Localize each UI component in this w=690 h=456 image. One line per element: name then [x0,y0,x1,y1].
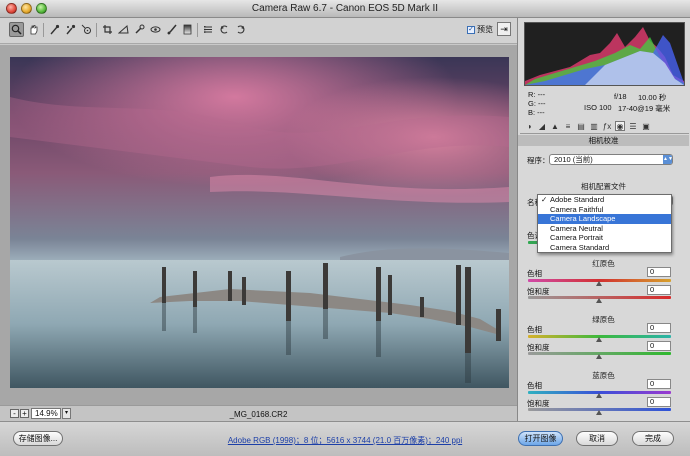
rotate-cw-icon[interactable] [233,22,248,37]
green-hue-thumb[interactable] [596,337,602,342]
r-readout: R: --- [528,90,546,99]
presets-tab-icon[interactable]: ☰ [628,121,638,131]
blue-sat-thumb[interactable] [596,410,602,415]
lens-readout: 17-40@19 毫米 [618,104,671,113]
hand-icon[interactable] [26,22,41,37]
panel-header: 相机校准 [518,135,689,146]
green-sat-value[interactable]: 0 [647,341,671,351]
red-hue-thumb[interactable] [596,281,602,286]
g-readout: G: --- [528,99,546,108]
profile-section-title: 相机配置文件 [581,182,626,191]
snapshots-tab-icon[interactable]: ▣ [641,121,651,131]
profile-option[interactable]: Camera Portrait [538,233,671,243]
profile-option[interactable]: ✓ Adobe Standard [538,195,671,205]
photo-preview [10,57,509,388]
window-title: Camera Raw 6.7 - Canon EOS 5D Mark II [251,3,439,14]
basic-tab-icon[interactable]: ◑ [524,121,534,131]
profile-option[interactable]: Camera Neutral [538,224,671,234]
image-preview-area[interactable] [0,45,517,405]
graduated-filter-icon[interactable] [180,22,195,37]
fullscreen-button[interactable]: ⇥ [497,22,511,36]
preferences-icon[interactable] [201,22,216,37]
detail-tab-icon[interactable]: ▲ [550,121,560,131]
hsl-tab-icon[interactable]: ≡ [563,121,573,131]
green-hue-value[interactable]: 0 [647,323,671,333]
open-image-button[interactable]: 打开图像 [518,431,563,446]
camera-calibration-tab-icon[interactable]: ◉ [615,121,625,131]
shutter-readout: 10.00 秒 [638,93,667,102]
process-label: 程序： [527,156,550,165]
cancel-button[interactable]: 取消 [576,431,618,446]
zoom-icon[interactable] [9,22,24,37]
profile-dropdown-menu[interactable]: ✓ Adobe Standard Camera Faithful Camera L… [537,194,672,253]
adjustment-brush-icon[interactable] [164,22,179,37]
done-button[interactable]: 完成 [632,431,674,446]
profile-option[interactable]: Camera Faithful [538,205,671,215]
white-balance-icon[interactable] [47,22,62,37]
tone-curve-tab-icon[interactable]: ◢ [537,121,547,131]
effects-tab-icon[interactable]: ƒx [602,121,612,131]
blue-hue-thumb[interactable] [596,393,602,398]
status-bar: - + 14.9% ▾ _MG_0168.CR2 [0,405,517,421]
fullscreen-icon: ⇥ [500,23,508,34]
filename-label: _MG_0168.CR2 [229,410,288,419]
green-sat-thumb[interactable] [596,354,602,359]
spot-removal-icon[interactable] [132,22,147,37]
process-value: 2010 (当前) [554,155,593,164]
tool-strip: ✓ 预览 ⇥ [0,18,517,44]
rotate-ccw-icon[interactable] [217,22,232,37]
red-eye-icon[interactable] [148,22,163,37]
iso-readout: ISO 100 [584,103,612,112]
split-toning-tab-icon[interactable]: ▤ [576,121,586,131]
red-hue-label: 色相 [527,269,542,278]
preview-checkbox[interactable]: ✓ [467,25,475,34]
straighten-icon[interactable] [116,22,131,37]
chevron-updown-icon: ▲▼ [663,155,673,164]
b-readout: B: --- [528,108,545,117]
process-select[interactable]: 2010 (当前) ▲▼ [549,154,673,165]
checkmark-icon: ✓ [541,195,548,204]
bottom-bar: 存储图像... Adobe RGB (1998)；8 位；5616 x 3744… [0,421,690,456]
color-sampler-icon[interactable] [63,22,78,37]
panel-tabs: ◑ ◢ ▲ ≡ ▤ ▥ ƒx ◉ ☰ ▣ [520,119,689,134]
red-sat-value[interactable]: 0 [647,285,671,295]
lens-tab-icon[interactable]: ▥ [589,121,599,131]
red-hue-value[interactable]: 0 [647,267,671,277]
blue-sat-value[interactable]: 0 [647,397,671,407]
profile-option-highlighted[interactable]: Camera Landscape [538,214,671,224]
target-adjust-icon[interactable] [79,22,94,37]
preview-toggle[interactable]: ✓ 预览 [467,24,493,35]
green-hue-label: 色相 [527,325,542,334]
aperture-readout: f/18 [614,92,627,101]
histogram [524,22,685,86]
window-titlebar: Camera Raw 6.7 - Canon EOS 5D Mark II [0,0,690,18]
profile-option[interactable]: Camera Standard [538,243,671,253]
blue-hue-label: 色相 [527,381,542,390]
red-sat-thumb[interactable] [596,298,602,303]
blue-hue-value[interactable]: 0 [647,379,671,389]
crop-icon[interactable] [100,22,115,37]
preview-label: 预览 [477,25,493,34]
readouts: R: --- G: --- B: --- f/18 10.00 秒 ISO 10… [524,90,685,118]
